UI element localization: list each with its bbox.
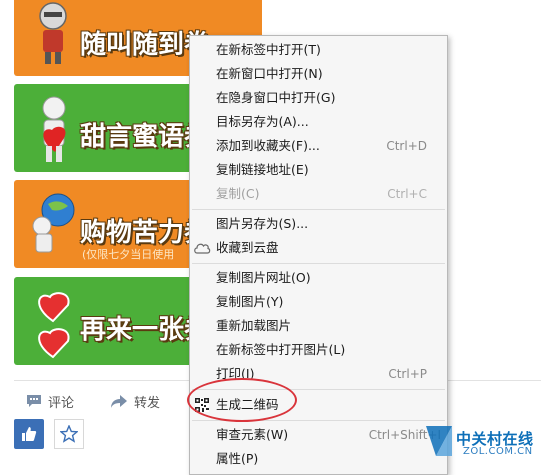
menu-item-save-to-cloud[interactable]: 收藏到云盘 <box>190 237 447 259</box>
menu-item-label: 添加到收藏夹(F)... <box>216 138 320 153</box>
menu-item-label: 在新标签中打开(T) <box>216 42 321 57</box>
menu-separator <box>192 209 445 210</box>
menu-item-copy: 复制(C) Ctrl+C <box>190 183 447 205</box>
menu-item-label: 收藏到云盘 <box>216 240 279 255</box>
globe-carrier-icon <box>32 193 75 253</box>
menu-item-label: 复制图片(Y) <box>216 294 284 309</box>
favorite-button[interactable] <box>54 419 84 449</box>
menu-item-copy-image-url[interactable]: 复制图片网址(O) <box>190 267 447 289</box>
menu-item-label: 重新加载图片 <box>216 318 292 333</box>
menu-item-open-new-window[interactable]: 在新窗口中打开(N) <box>190 63 447 85</box>
comment-label: 评论 <box>48 395 75 411</box>
knight-mascot-icon <box>39 2 67 64</box>
menu-item-shortcut: Ctrl+C <box>387 187 427 201</box>
menu-item-label: 复制链接地址(E) <box>216 162 309 177</box>
menu-item-label: 在新标签中打开图片(L) <box>216 342 346 357</box>
menu-separator <box>192 263 445 264</box>
menu-item-copy-link[interactable]: 复制链接地址(E) <box>190 159 447 181</box>
menu-item-copy-image[interactable]: 复制图片(Y) <box>190 291 447 313</box>
menu-item-save-target-as[interactable]: 目标另存为(A)... <box>190 111 447 133</box>
menu-item-shortcut: Ctrl+P <box>388 367 427 381</box>
menu-item-label: 复制(C) <box>216 186 260 201</box>
menu-item-label: 在新窗口中打开(N) <box>216 66 323 81</box>
cloud-icon <box>194 243 211 254</box>
zol-logo-icon <box>426 426 452 456</box>
share-button[interactable]: 转发 <box>110 391 160 411</box>
menu-item-label: 目标另存为(A)... <box>216 114 309 129</box>
menu-item-label: 属性(P) <box>216 451 259 466</box>
star-icon <box>60 425 78 443</box>
comment-icon <box>27 394 41 407</box>
share-arrow-icon <box>111 394 127 408</box>
menu-item-label: 审查元素(W) <box>216 427 289 442</box>
menu-item-shortcut: Ctrl+D <box>386 139 427 153</box>
like-button[interactable] <box>14 419 44 449</box>
menu-item-inspect-element[interactable]: 审查元素(W) Ctrl+Shift+I <box>190 424 447 446</box>
menu-item-open-image-new-tab[interactable]: 在新标签中打开图片(L) <box>190 339 447 361</box>
banner-subtitle: (仅限七夕当日使用 <box>82 248 175 261</box>
menu-item-open-incognito[interactable]: 在隐身窗口中打开(G) <box>190 87 447 109</box>
share-label: 转发 <box>134 395 161 411</box>
menu-item-save-image-as[interactable]: 图片另存为(S)... <box>190 213 447 235</box>
menu-item-open-new-tab[interactable]: 在新标签中打开(T) <box>190 39 447 61</box>
figure-heart-icon <box>42 96 66 162</box>
menu-item-label: 在隐身窗口中打开(G) <box>216 90 336 105</box>
highlight-annotation <box>187 378 297 422</box>
watermark-url: ZOL.COM.CN <box>463 446 533 457</box>
menu-item-reload-image[interactable]: 重新加载图片 <box>190 315 447 337</box>
menu-item-add-bookmark[interactable]: 添加到收藏夹(F)... Ctrl+D <box>190 135 447 157</box>
menu-item-label: 图片另存为(S)... <box>216 216 309 231</box>
thumbs-up-icon <box>22 427 37 441</box>
hearts-icon <box>38 292 70 359</box>
menu-item-properties[interactable]: 属性(P) <box>190 448 447 470</box>
comment-button[interactable]: 评论 <box>26 391 74 411</box>
menu-item-label: 复制图片网址(O) <box>216 270 311 285</box>
